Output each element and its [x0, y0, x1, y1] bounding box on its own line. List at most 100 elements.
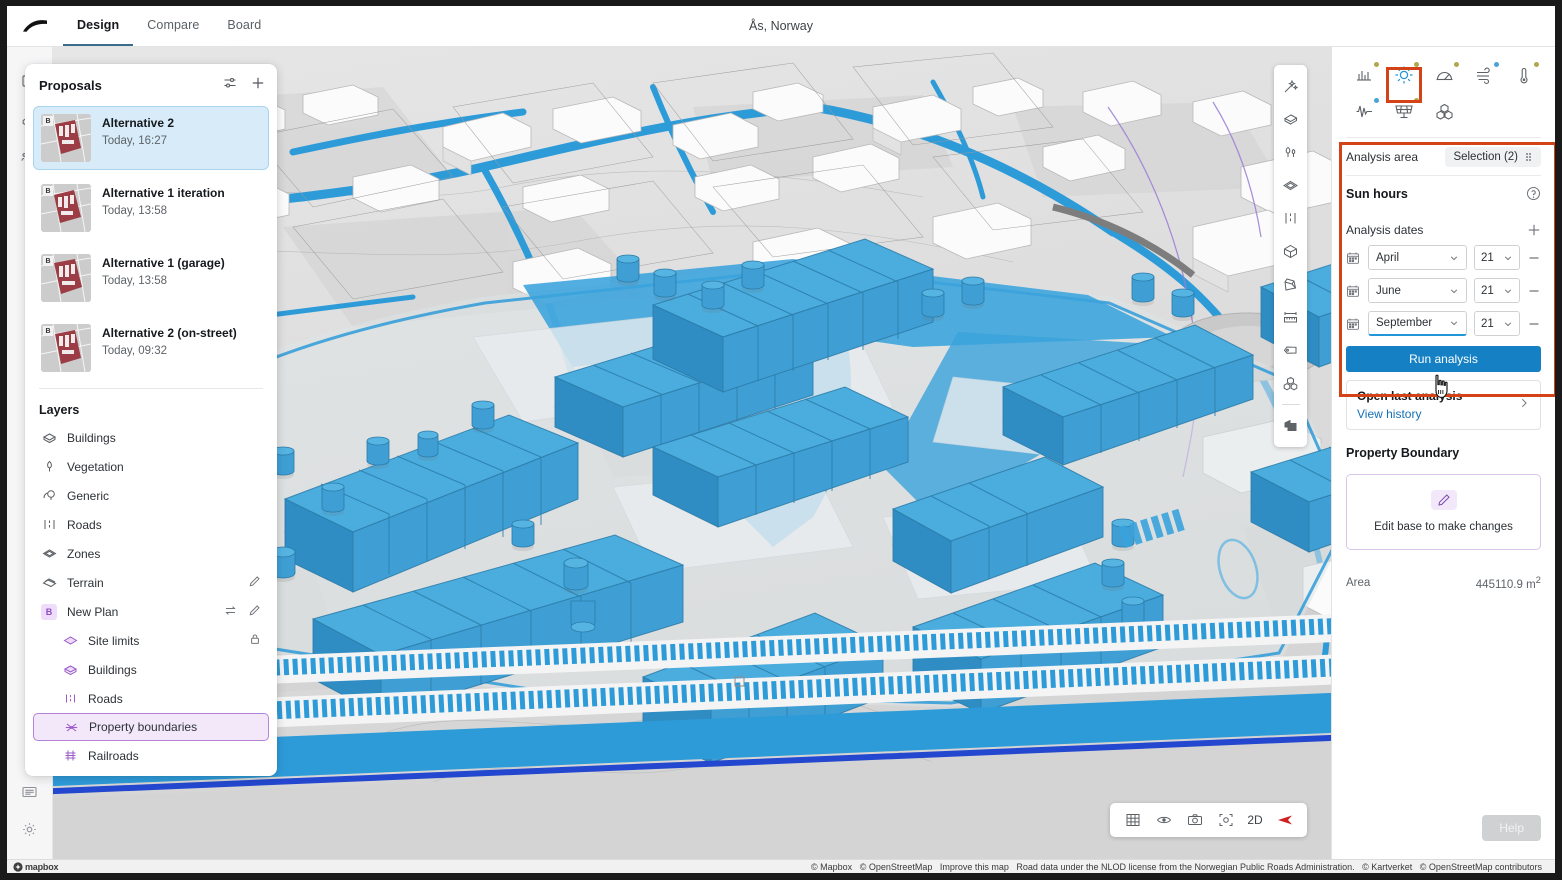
sun-hours-title: Sun hours	[1346, 186, 1408, 201]
cube-icon[interactable]	[1277, 236, 1304, 267]
chevron-right-icon	[1518, 396, 1530, 414]
building-icon[interactable]	[1277, 104, 1304, 135]
pencil-icon[interactable]	[248, 575, 261, 591]
attr-mapbox[interactable]: © Mapbox	[811, 862, 852, 872]
spacemaker-logo-icon	[23, 20, 47, 32]
magic-wand-icon[interactable]	[1277, 71, 1304, 102]
pencil-icon[interactable]	[248, 604, 261, 620]
layer-item-vegetation[interactable]: Vegetation	[33, 452, 269, 481]
eye-icon[interactable]	[1150, 808, 1177, 832]
solar-panel-icon[interactable]	[1384, 93, 1424, 129]
lock-icon[interactable]	[249, 633, 261, 648]
filter-sliders-icon[interactable]	[223, 76, 237, 95]
proposal-time: Today, 09:32	[102, 345, 168, 357]
layer-label: Roads	[67, 517, 102, 532]
attr-osm-contributors[interactable]: © OpenStreetMap contributors	[1420, 862, 1542, 872]
remove-date-button[interactable]	[1527, 252, 1541, 264]
month-select[interactable]: June	[1368, 278, 1467, 303]
add-date-plus-icon[interactable]	[1527, 223, 1541, 237]
month-select[interactable]: September	[1368, 311, 1467, 336]
view-mode-toggle[interactable]: 2D	[1243, 808, 1267, 832]
layer-item-buildings-child[interactable]: Buildings	[33, 655, 269, 684]
proposal-item[interactable]: B Alternative 1 iteration Today, 13:58	[33, 176, 269, 240]
month-select[interactable]: April	[1368, 245, 1467, 270]
attr-improve-map[interactable]: Improve this map	[940, 862, 1009, 872]
analysis-dates-header: Analysis dates	[1346, 215, 1541, 245]
proposal-item[interactable]: B Alternative 1 (garage) Today, 13:58	[33, 246, 269, 310]
thumbnail-badge: B	[43, 186, 53, 196]
mapbox-logo[interactable]: mapbox	[7, 862, 64, 872]
view-history-link[interactable]: View history	[1357, 407, 1462, 421]
proposal-item[interactable]: B Alternative 2 (on-street) Today, 09:32	[33, 316, 269, 380]
trees-icon[interactable]	[1277, 137, 1304, 168]
sun-hours-section-header: Sun hours	[1346, 175, 1541, 211]
zone-icon[interactable]	[1277, 170, 1304, 201]
layer-item-site-limits[interactable]: Site limits	[33, 626, 269, 655]
question-circle-icon[interactable]	[1526, 186, 1541, 201]
status-dot	[1534, 62, 1539, 67]
plus-icon[interactable]	[251, 76, 265, 95]
status-dot	[1374, 62, 1379, 67]
daylight-icon[interactable]	[1424, 57, 1464, 93]
proposal-name: Alternative 1 iteration	[102, 186, 225, 200]
proposal-item[interactable]: B Alternative 2 Today, 16:27	[33, 106, 269, 170]
layer-item-generic[interactable]: Generic	[33, 481, 269, 510]
day-select[interactable]: 21	[1474, 245, 1520, 270]
remove-date-button[interactable]	[1527, 285, 1541, 297]
proposal-name: Alternative 2	[102, 116, 175, 130]
day-select[interactable]: 21	[1474, 278, 1520, 303]
tab-board[interactable]: Board	[213, 6, 275, 46]
drag-grip-icon	[1526, 152, 1533, 161]
compass-icon[interactable]	[1271, 808, 1298, 832]
app-logo[interactable]	[7, 6, 63, 46]
layer-label: Zones	[67, 546, 101, 561]
noise-icon[interactable]	[1344, 93, 1384, 129]
tab-compare[interactable]: Compare	[133, 6, 213, 46]
help-button[interactable]: Help	[1482, 815, 1541, 841]
run-analysis-button[interactable]: Run analysis	[1346, 346, 1541, 372]
map-tools-toolbar	[1274, 65, 1307, 447]
swap-icon[interactable]	[224, 604, 237, 620]
area-value: 445110.9 m2	[1476, 575, 1541, 591]
camera-icon[interactable]	[1181, 808, 1208, 832]
extrude-icon[interactable]	[1277, 269, 1304, 300]
layer-item-terrain[interactable]: Terrain	[33, 568, 269, 597]
area-number: 445110.9 m	[1475, 578, 1536, 591]
property-boundary-edit-card[interactable]: Edit base to make changes	[1346, 474, 1541, 550]
grid-icon[interactable]	[1119, 808, 1146, 832]
wind-icon[interactable]	[1464, 57, 1504, 93]
tab-design[interactable]: Design	[63, 6, 134, 46]
analysis-area-row: Analysis area Selection (2)	[1346, 137, 1541, 175]
analysis-area-selector[interactable]: Selection (2)	[1445, 146, 1541, 167]
layer-label: Buildings	[67, 430, 116, 445]
tag-icon[interactable]	[1277, 335, 1304, 366]
list-view-icon[interactable]	[15, 779, 45, 803]
layer-label: Buildings	[88, 662, 137, 677]
blocks-icon[interactable]	[1277, 368, 1304, 399]
remove-date-button[interactable]	[1527, 318, 1541, 330]
analysis-history-card[interactable]: Open last analysis View history	[1346, 380, 1541, 430]
attr-kartverket[interactable]: © Kartverket	[1362, 862, 1412, 872]
proposal-time: Today, 13:58	[102, 275, 168, 287]
volume-blocks-icon[interactable]	[1424, 93, 1464, 129]
layer-item-roads-child[interactable]: Roads	[33, 684, 269, 713]
layer-item-new-plan[interactable]: B New Plan	[33, 597, 269, 626]
map-viewport[interactable]	[53, 47, 1555, 859]
attr-osm[interactable]: © OpenStreetMap	[860, 862, 933, 872]
layer-item-zones[interactable]: Zones	[33, 539, 269, 568]
layer-item-railroads[interactable]: Railroads	[33, 741, 269, 770]
bar-chart-icon[interactable]	[1344, 57, 1384, 93]
layer-item-property-boundaries[interactable]: Property boundaries	[33, 713, 269, 741]
thermometer-icon[interactable]	[1504, 57, 1544, 93]
layer-item-buildings[interactable]: Buildings	[33, 423, 269, 452]
property-pattern-icon[interactable]	[1277, 410, 1304, 441]
measure-icon[interactable]	[1277, 302, 1304, 333]
layer-item-roads[interactable]: Roads	[33, 510, 269, 539]
focus-icon[interactable]	[1212, 808, 1239, 832]
day-select[interactable]: 21	[1474, 311, 1520, 336]
map-view-toolbar: 2D	[1110, 803, 1307, 837]
gear-icon[interactable]	[15, 817, 45, 841]
road-icon[interactable]	[1277, 203, 1304, 234]
sun-hours-icon[interactable]	[1384, 57, 1424, 93]
buildings-icon	[62, 662, 78, 678]
